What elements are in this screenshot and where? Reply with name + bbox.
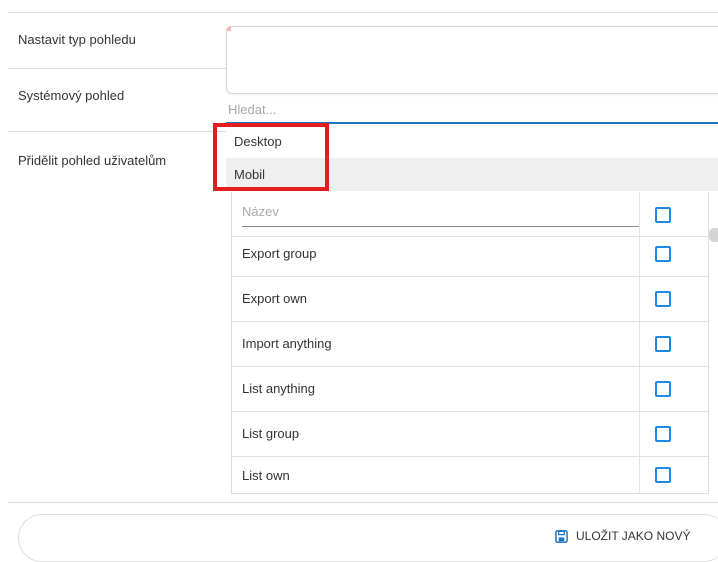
select-dropdown: Desktop Mobil bbox=[226, 125, 718, 191]
row-name: Import anything bbox=[242, 336, 332, 351]
save-as-new-button[interactable]: ULOŽIT JAKO NOVÝ bbox=[555, 524, 690, 548]
column-separator bbox=[639, 322, 640, 366]
column-separator bbox=[639, 456, 640, 493]
row-name: Export group bbox=[242, 246, 317, 261]
divider-2 bbox=[8, 131, 226, 132]
assign-users-label: Přidělit pohled uživatelům bbox=[18, 153, 167, 168]
floppy-disk-icon bbox=[555, 529, 568, 543]
row-checkbox[interactable] bbox=[655, 246, 671, 262]
table-row: Export own bbox=[232, 277, 708, 322]
row-name: List anything bbox=[242, 381, 315, 396]
row-checkbox[interactable] bbox=[655, 336, 671, 352]
row-checkbox[interactable] bbox=[655, 467, 671, 483]
column-separator bbox=[639, 277, 640, 321]
system-view-label: Systémový pohled bbox=[18, 88, 125, 103]
row-checkbox[interactable] bbox=[655, 291, 671, 307]
table-row: List group bbox=[232, 412, 708, 457]
divider-1 bbox=[8, 68, 226, 69]
select-all-checkbox[interactable] bbox=[655, 207, 671, 223]
select-search-input[interactable] bbox=[228, 97, 718, 121]
table-row: Export group bbox=[232, 232, 708, 277]
column-separator bbox=[639, 192, 640, 236]
name-filter-input[interactable] bbox=[242, 200, 639, 222]
users-table: Export group Export own Import anything … bbox=[231, 192, 709, 494]
bottom-divider bbox=[8, 502, 718, 503]
view-type-label: Nastavit typ pohledu bbox=[18, 32, 136, 47]
column-separator bbox=[639, 232, 640, 276]
save-as-new-label: ULOŽIT JAKO NOVÝ bbox=[576, 529, 691, 543]
table-row: List own bbox=[232, 456, 708, 493]
table-row: List anything bbox=[232, 367, 708, 412]
scrollbar-thumb[interactable] bbox=[709, 228, 718, 242]
column-separator bbox=[639, 367, 640, 411]
row-name: List own bbox=[242, 468, 290, 483]
table-header-row bbox=[232, 192, 708, 237]
table-row: Import anything bbox=[232, 322, 708, 367]
row-checkbox[interactable] bbox=[655, 381, 671, 397]
option-mobil[interactable]: Mobil bbox=[226, 158, 718, 191]
view-type-select[interactable] bbox=[226, 26, 718, 94]
search-underline bbox=[226, 122, 718, 124]
row-name: Export own bbox=[242, 291, 308, 306]
option-desktop[interactable]: Desktop bbox=[226, 125, 718, 158]
top-divider bbox=[8, 12, 718, 13]
row-checkbox[interactable] bbox=[655, 426, 671, 442]
row-name: List group bbox=[242, 426, 300, 441]
filter-underline bbox=[242, 226, 639, 227]
column-separator bbox=[639, 412, 640, 456]
